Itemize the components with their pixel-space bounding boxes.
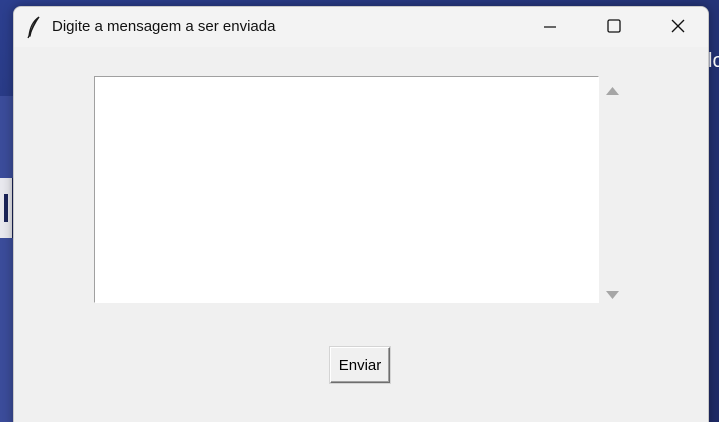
background-panel	[0, 178, 14, 238]
scroll-up-arrow-icon[interactable]	[604, 82, 621, 95]
message-scrollbar[interactable]	[604, 76, 621, 303]
close-button[interactable]	[648, 7, 708, 47]
minimize-icon	[544, 18, 556, 37]
message-textarea[interactable]	[94, 76, 599, 303]
minimize-button[interactable]	[520, 7, 580, 47]
background-panel-detail	[4, 194, 8, 222]
scroll-down-arrow-icon[interactable]	[604, 286, 621, 299]
close-icon	[671, 18, 685, 37]
background-partial-text: lo	[708, 50, 719, 72]
maximize-button[interactable]	[584, 7, 644, 47]
feather-icon	[24, 15, 44, 39]
window-title: Digite a mensagem a ser enviada	[52, 18, 276, 35]
maximize-icon	[607, 18, 621, 37]
message-window: Digite a mensagem a ser enviada Enviar	[13, 6, 709, 422]
send-button[interactable]: Enviar	[330, 347, 390, 383]
title-bar[interactable]: Digite a mensagem a ser enviada	[14, 7, 708, 47]
background-window-edge	[0, 96, 14, 422]
